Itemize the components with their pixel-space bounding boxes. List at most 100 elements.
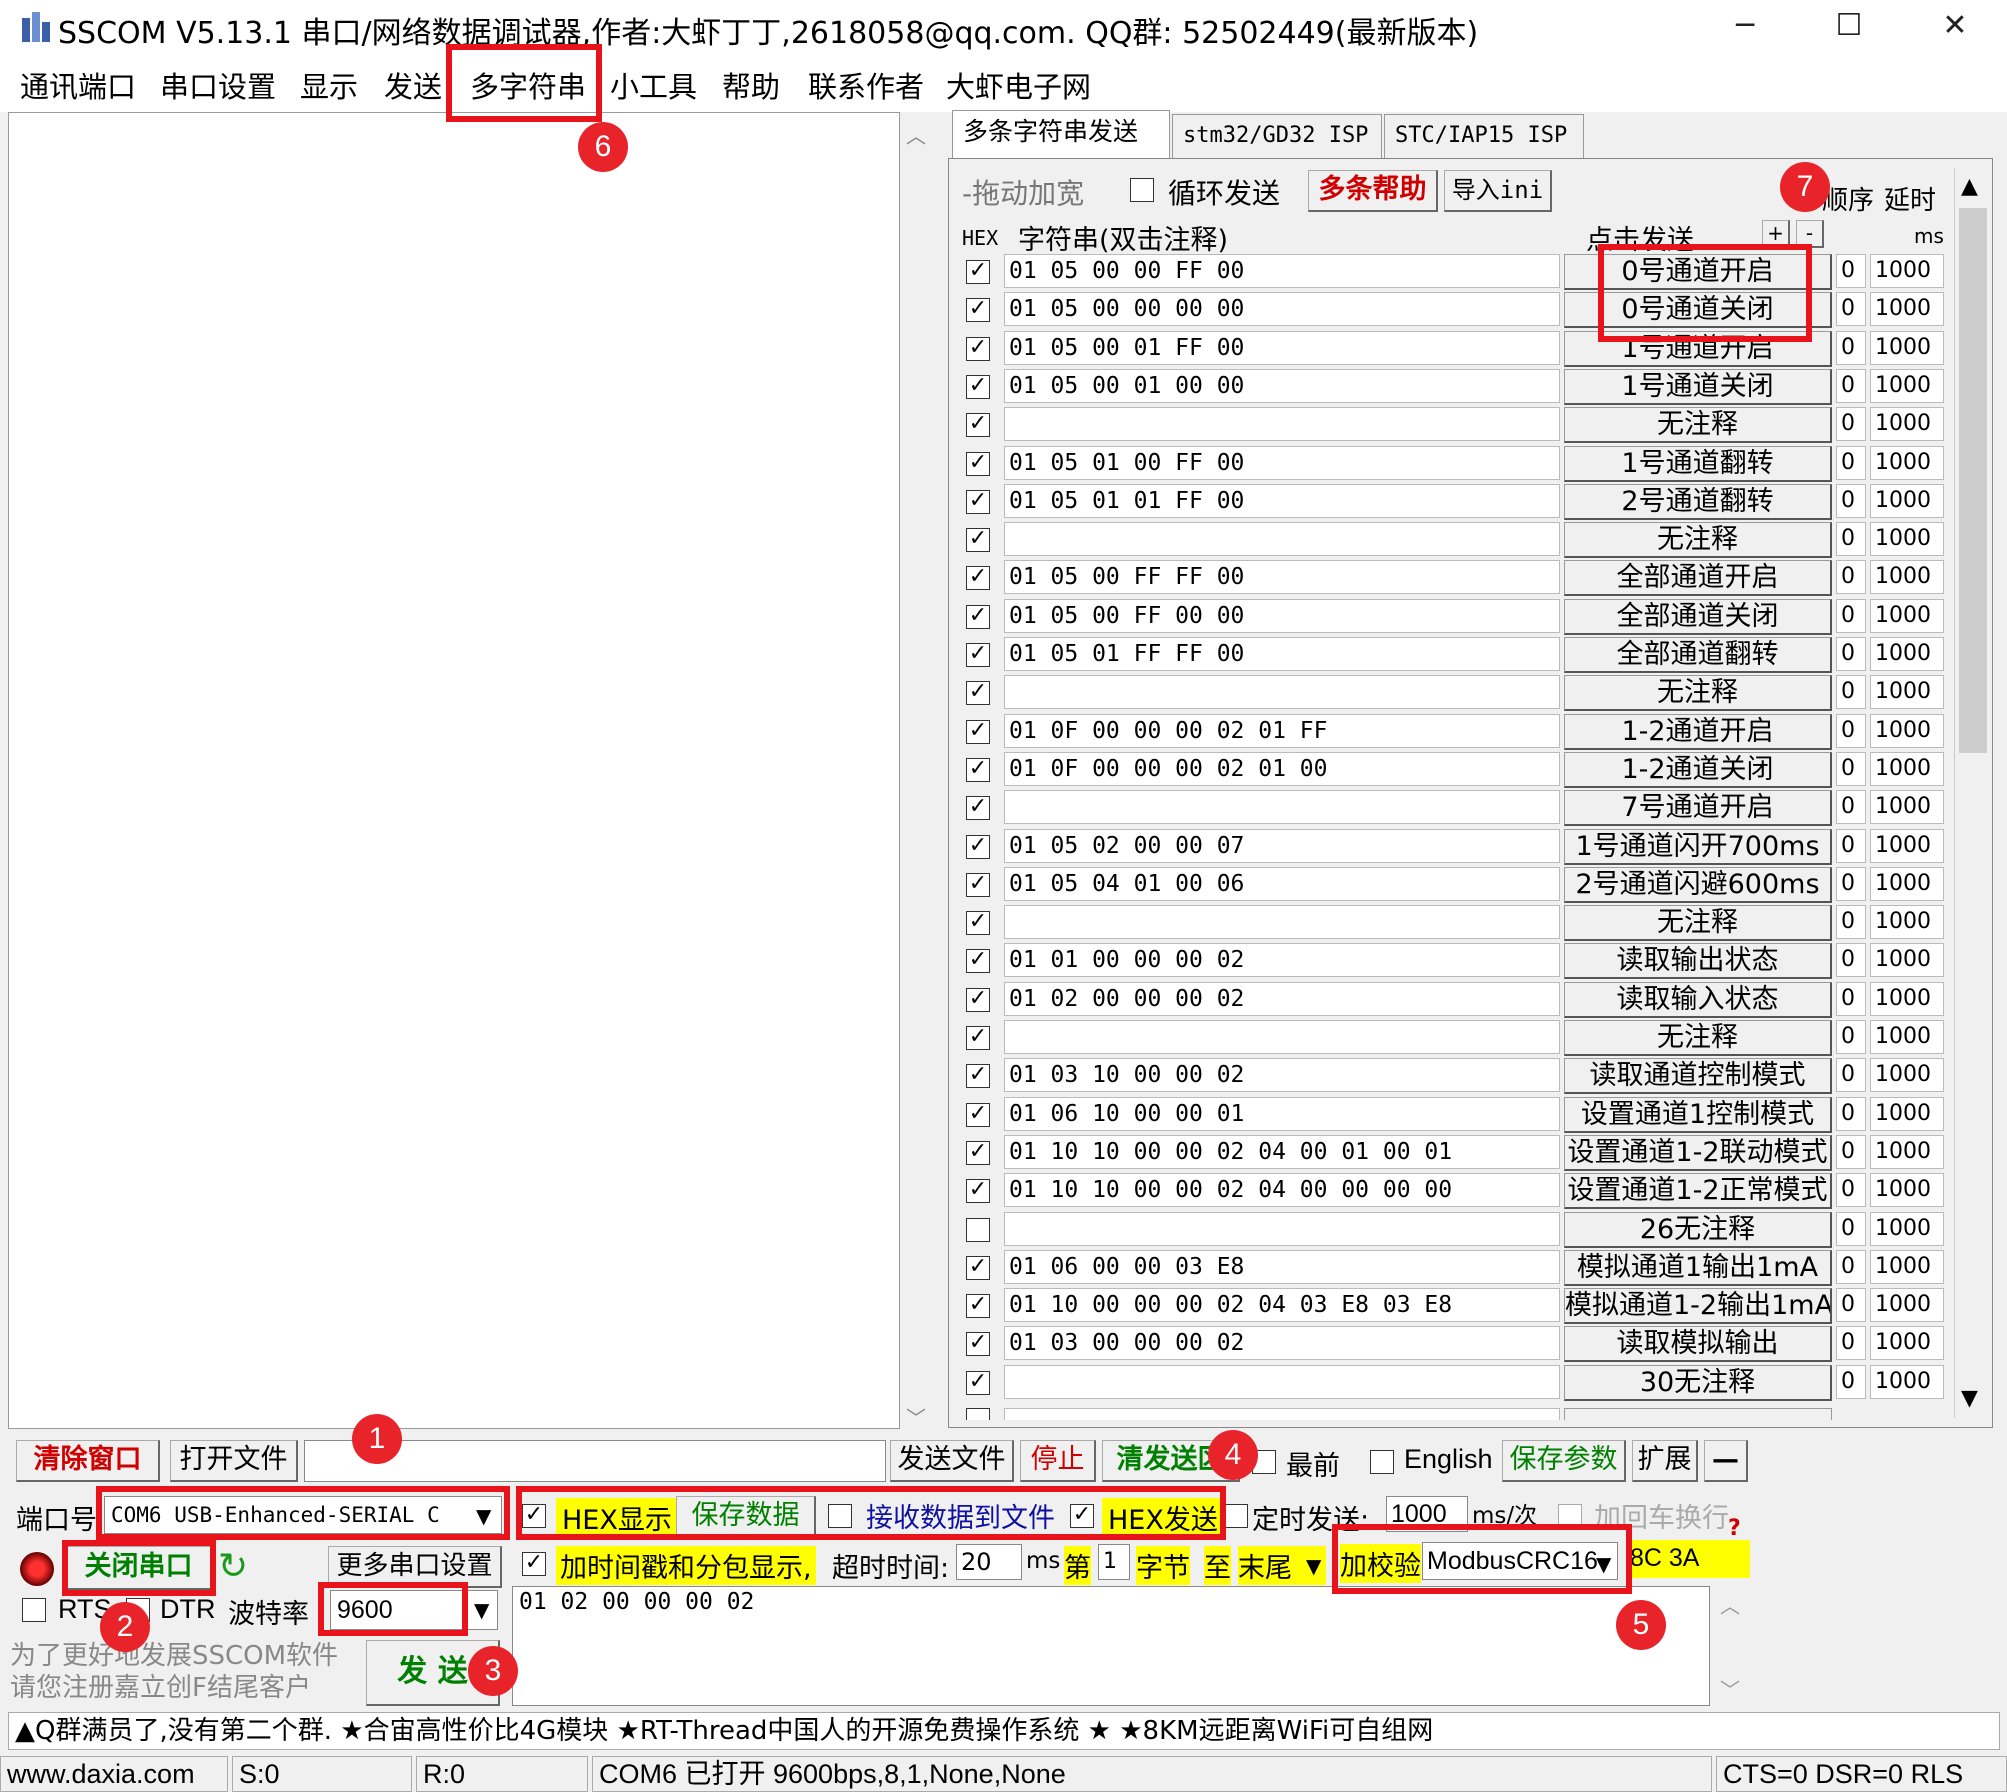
multi-help-button[interactable]: 多条帮助 (1308, 170, 1438, 212)
row-checkbox[interactable]: ✓ (966, 1140, 990, 1165)
close-button[interactable]: ✕ (1920, 4, 1990, 48)
row-order-input[interactable]: 0 (1836, 905, 1866, 940)
import-ini-button[interactable]: 导入ini (1444, 170, 1552, 212)
row-send-button[interactable]: 26无注释 (1564, 1211, 1832, 1248)
rts-checkbox[interactable] (22, 1598, 46, 1622)
row-checkbox[interactable]: ✓ (966, 681, 990, 706)
row-send-button[interactable]: 读取输出状态 (1564, 943, 1832, 980)
row-send-button[interactable]: 1号通道关闭 (1564, 368, 1832, 405)
row-checkbox[interactable]: ✓ (966, 834, 990, 859)
timed-send-checkbox[interactable] (1224, 1504, 1248, 1528)
tab-stc-isp[interactable]: STC/IAP15 ISP (1384, 114, 1584, 158)
row-hex-input[interactable]: 01 05 00 FF 00 00 (1004, 598, 1560, 633)
receive-scrollbar[interactable]: ︿ ﹀ (900, 112, 930, 1431)
row-delay-input[interactable]: 1000 (1870, 330, 1944, 365)
row-send-button[interactable]: 读取模拟输出 (1564, 1326, 1832, 1363)
row-order-input[interactable]: 0 (1836, 1326, 1866, 1361)
send-file-button[interactable]: 发送文件 (890, 1440, 1014, 1482)
row-delay-input[interactable]: 1000 (1870, 1058, 1944, 1093)
row-send-button[interactable]: 无注释 (1564, 675, 1832, 712)
row-order-input[interactable]: 0 (1836, 292, 1866, 327)
row-order-input[interactable]: 0 (1836, 675, 1866, 710)
row-delay-input[interactable]: 1000 (1870, 483, 1944, 518)
row-delay-input[interactable]: 1000 (1870, 1249, 1944, 1284)
row-order-input[interactable]: 0 (1836, 637, 1866, 671)
row-send-button[interactable]: 全部通道开启 (1564, 560, 1832, 597)
row-hex-input[interactable]: 01 0F 00 00 00 02 01 FF (1004, 713, 1560, 748)
row-hex-input[interactable]: 01 05 04 01 00 06 (1004, 866, 1560, 901)
scroll-down-arrow-icon[interactable]: ▼ (1961, 1386, 1978, 1411)
send-scroll-up-icon[interactable]: ︿ (1720, 1590, 1740, 1619)
row-delay-input[interactable]: 1000 (1870, 1364, 1944, 1399)
promo-text[interactable]: 为了更好地发展SSCOM软件 请您注册嘉立创F结尾客户 (10, 1640, 350, 1704)
row-send-button[interactable]: 设置通道1-2正常模式 (1564, 1173, 1832, 1210)
row-checkbox[interactable]: ✓ (966, 528, 990, 553)
row-checkbox[interactable]: ✓ (966, 374, 990, 399)
row-delay-input[interactable]: 1000 (1870, 675, 1944, 710)
row-order-input[interactable]: 0 (1836, 751, 1866, 786)
row-send-button[interactable]: 7号通道开启 (1564, 790, 1832, 827)
row-hex-input[interactable]: 01 02 00 00 00 02 (1004, 981, 1560, 1016)
marquee-bar[interactable]: ▲Q群满员了,没有第二个群. ★合宙高性价比4G模块 ★RT-Thread中国人… (8, 1712, 2000, 1750)
row-checkbox[interactable]: ✓ (966, 1102, 990, 1127)
row-order-input[interactable]: 0 (1836, 254, 1866, 288)
row-delay-input[interactable]: 1000 (1870, 1326, 1944, 1361)
row-send-button[interactable]: 1号通道翻转 (1564, 445, 1832, 482)
row-delay-input[interactable]: 1000 (1870, 560, 1944, 595)
row-send-button[interactable]: 1-2通道关闭 (1564, 751, 1832, 788)
maximize-button[interactable]: ☐ (1814, 4, 1884, 48)
row-hex-input[interactable] (1004, 905, 1560, 940)
row-checkbox[interactable]: ✓ (966, 949, 990, 974)
row-send-button[interactable]: 设置通道1-2联动模式 (1564, 1134, 1832, 1171)
row-hex-input[interactable] (1004, 790, 1560, 825)
row-checkbox[interactable]: ✓ (966, 1332, 990, 1357)
row-order-input[interactable]: 0 (1836, 598, 1866, 633)
row-order-input[interactable]: 0 (1836, 407, 1866, 442)
row-hex-input[interactable]: 01 05 02 00 00 07 (1004, 828, 1560, 863)
row-send-button[interactable] (1564, 1408, 1832, 1420)
row-hex-input[interactable]: 01 05 01 01 FF 00 (1004, 483, 1560, 518)
row-send-button[interactable]: 读取输入状态 (1564, 981, 1832, 1018)
row-send-button[interactable]: 设置通道1控制模式 (1564, 1096, 1832, 1133)
row-hex-input[interactable]: 01 06 10 00 00 01 (1004, 1096, 1560, 1131)
menu-tools[interactable]: 小工具 (610, 64, 697, 106)
row-hex-input[interactable]: 01 03 00 00 00 02 (1004, 1326, 1560, 1361)
row-hex-input[interactable]: 01 10 10 00 00 02 04 00 01 00 01 (1004, 1134, 1560, 1169)
row-delay-input[interactable]: 1000 (1870, 905, 1944, 940)
minimize-button[interactable]: ─ (1710, 4, 1780, 48)
row-delay-input[interactable]: 1000 (1870, 292, 1944, 327)
row-send-button[interactable]: 读取通道控制模式 (1564, 1058, 1832, 1095)
row-checkbox[interactable] (966, 1408, 990, 1420)
row-order-input[interactable]: 0 (1836, 1058, 1866, 1093)
timeout-input[interactable]: 20 (956, 1544, 1022, 1580)
row-delay-input[interactable]: 1000 (1870, 1020, 1944, 1054)
scroll-down-icon[interactable]: ﹀ (906, 1402, 926, 1431)
row-delay-input[interactable]: 1000 (1870, 445, 1944, 480)
tab-multi-string[interactable]: 多条字符串发送 (952, 110, 1170, 158)
tab-stm32-isp[interactable]: stm32/GD32 ISP (1172, 114, 1382, 158)
row-delay-input[interactable]: 1000 (1870, 790, 1944, 825)
row-hex-input[interactable] (1004, 1408, 1560, 1420)
row-order-input[interactable]: 0 (1836, 1096, 1866, 1131)
row-delay-input[interactable]: 1000 (1870, 522, 1944, 557)
row-send-button[interactable]: 1号通道闪开700ms (1564, 828, 1832, 865)
row-order-input[interactable]: 0 (1836, 828, 1866, 863)
row-hex-input[interactable]: 01 06 00 00 03 E8 (1004, 1249, 1560, 1284)
row-hex-input[interactable]: 01 10 00 00 00 02 04 03 E8 03 E8 (1004, 1288, 1560, 1323)
menu-display[interactable]: 显示 (300, 64, 358, 106)
scroll-thumb[interactable] (1959, 208, 1987, 753)
row-hex-input[interactable] (1004, 522, 1560, 557)
row-order-input[interactable]: 0 (1836, 1288, 1866, 1323)
row-send-button[interactable]: 无注释 (1564, 1020, 1832, 1056)
row-send-button[interactable]: 无注释 (1564, 407, 1832, 444)
row-checkbox[interactable]: ✓ (966, 987, 990, 1012)
row-delay-input[interactable]: 1000 (1870, 943, 1944, 978)
nth-input[interactable]: 1 (1098, 1544, 1130, 1580)
row-checkbox[interactable]: ✓ (966, 911, 990, 936)
row-order-input[interactable]: 0 (1836, 1173, 1866, 1208)
panel-scrollbar[interactable]: ▲ ▼ (1954, 168, 1990, 1418)
baud-dropdown-icon[interactable]: ▼ (474, 1598, 489, 1622)
receive-area[interactable] (8, 112, 900, 1429)
row-checkbox[interactable]: ✓ (966, 604, 990, 629)
row-send-button[interactable]: 30无注释 (1564, 1364, 1832, 1401)
